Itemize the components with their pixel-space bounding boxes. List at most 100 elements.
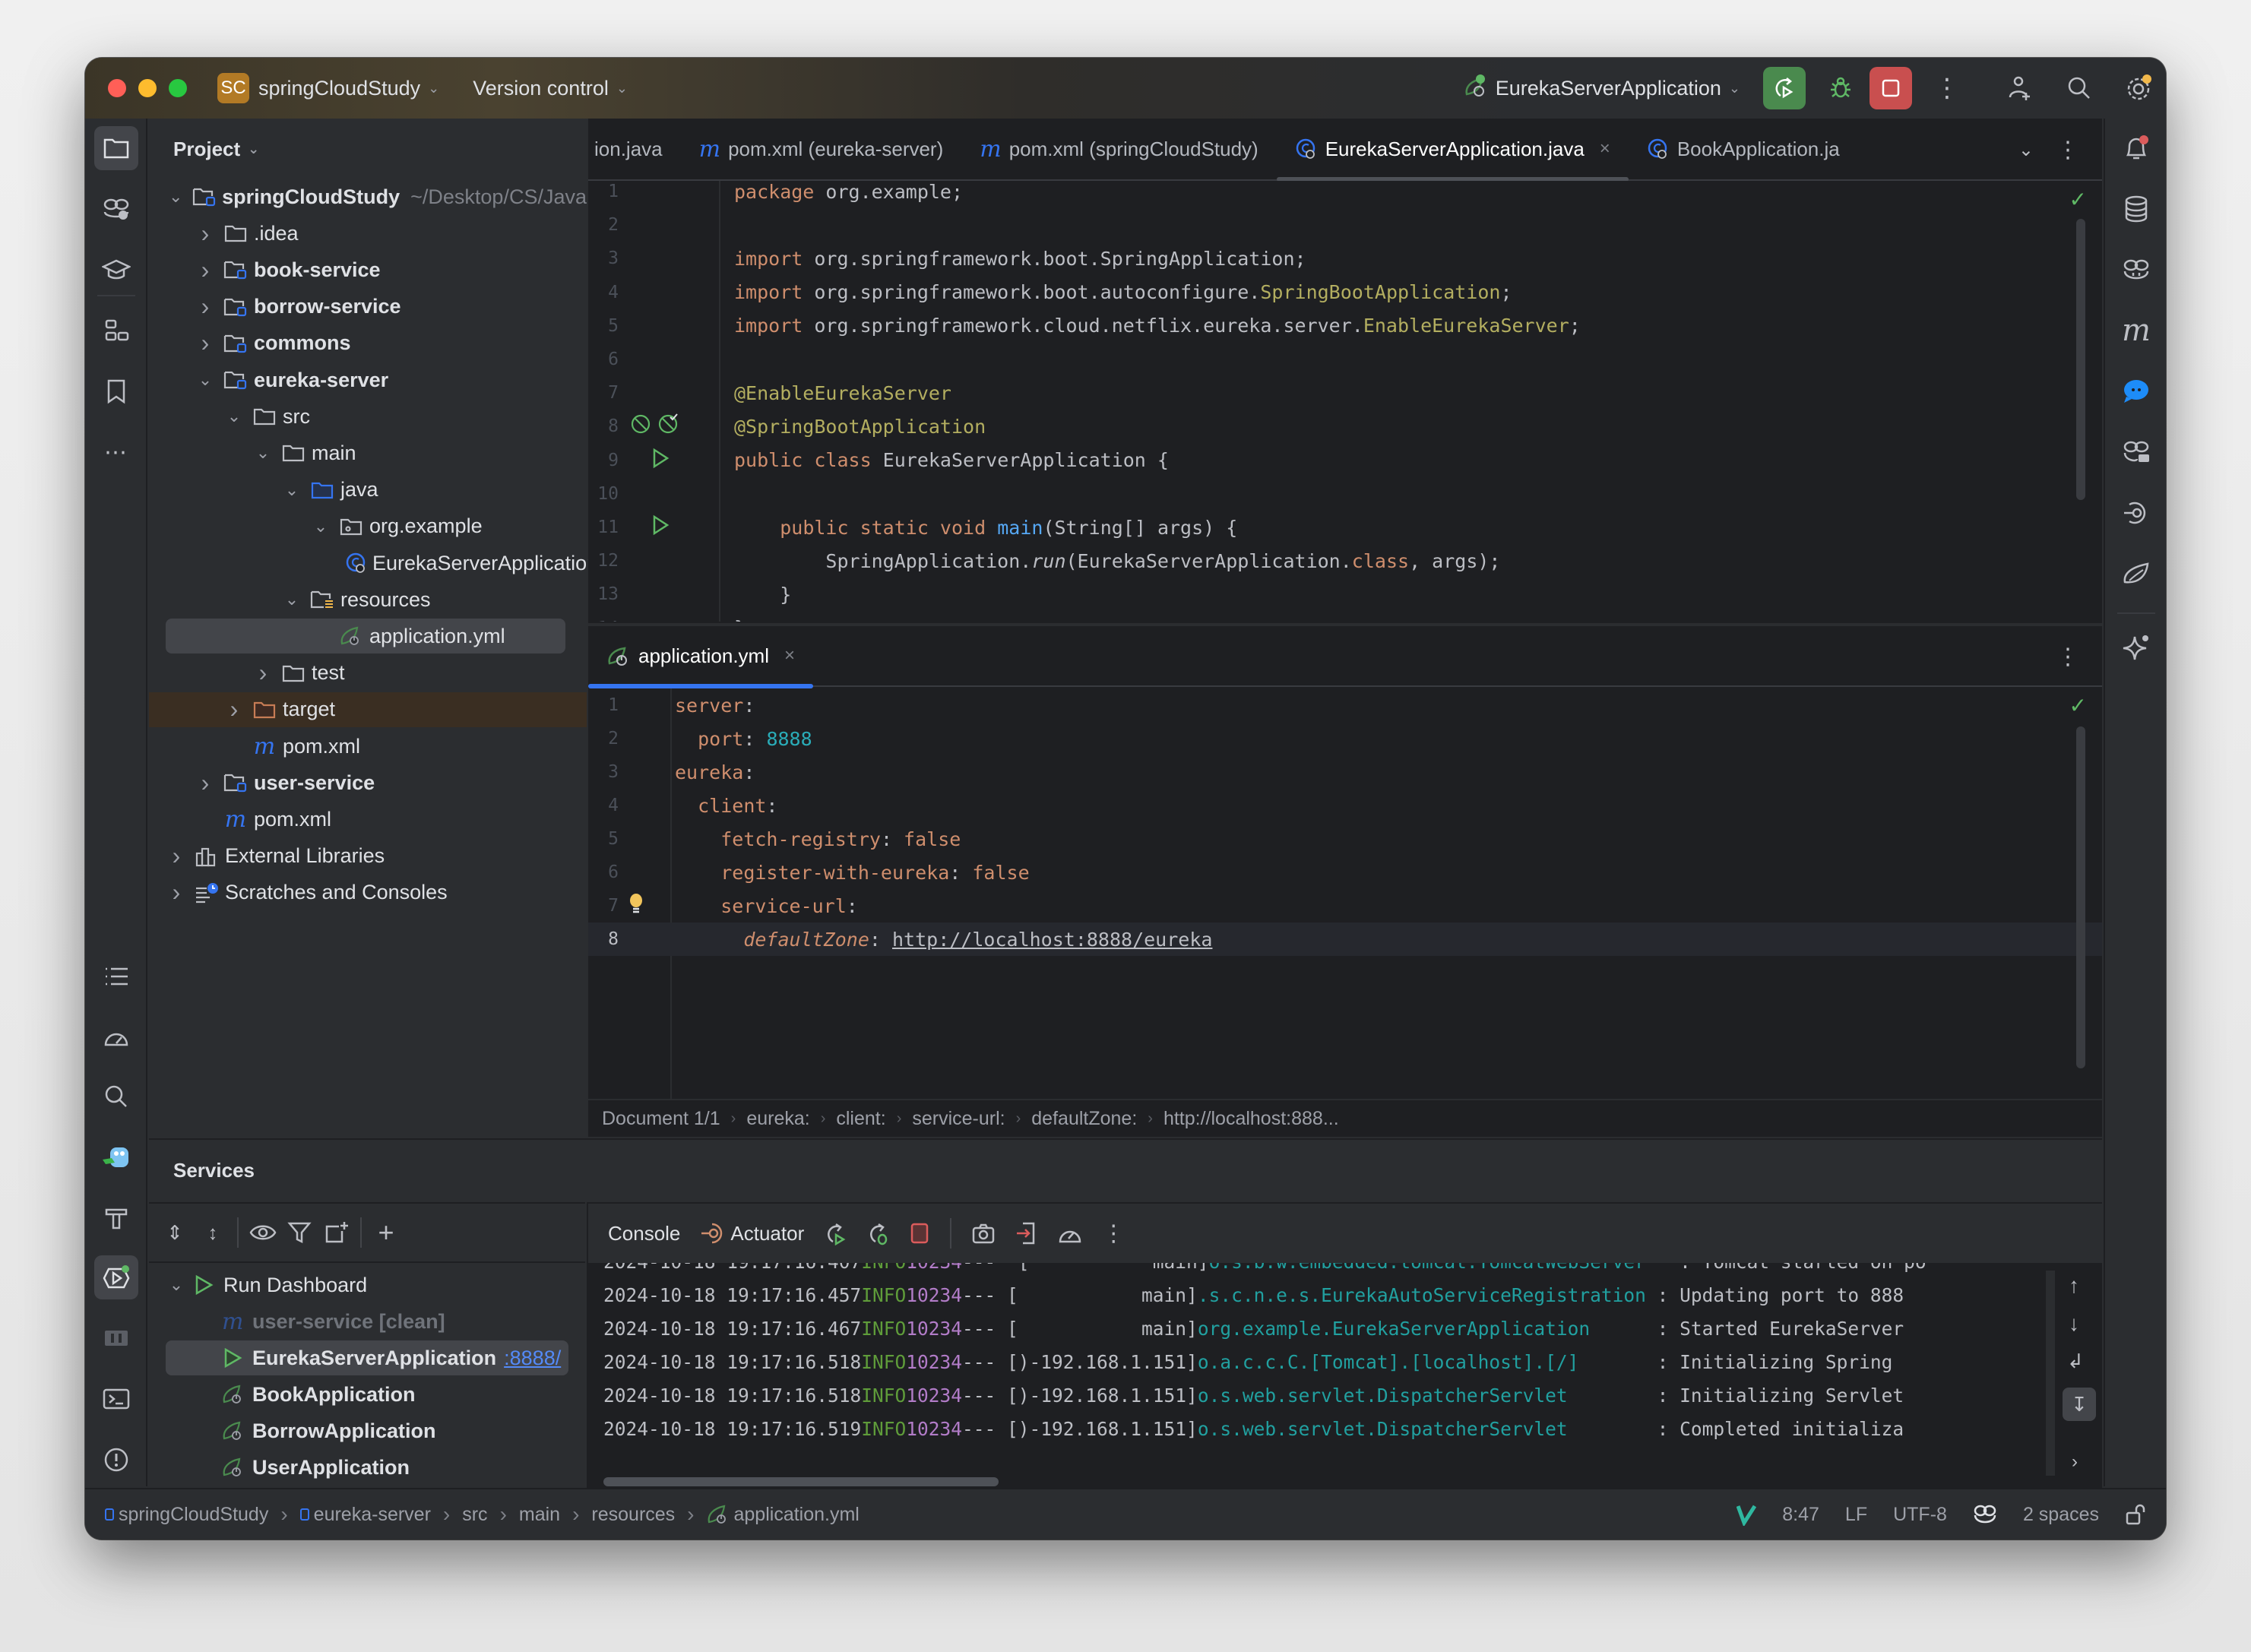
status-path-item[interactable]: springCloudStudy	[105, 1504, 268, 1526]
close-window-button[interactable]	[108, 79, 126, 97]
code-line[interactable]: 8 defaultZone: http://localhost:8888/eur…	[588, 923, 2102, 956]
code-line[interactable]: 8 @SpringBootApplication	[588, 410, 2102, 443]
service-item[interactable]: EurekaServerApplication:8888/	[166, 1340, 568, 1375]
chevron-right-icon[interactable]: ›	[166, 842, 187, 870]
status-path-item[interactable]: src	[462, 1504, 487, 1526]
more-vertical-icon[interactable]: ⋮	[1102, 1220, 1125, 1247]
project-panel-header[interactable]: Project ⌄	[149, 119, 587, 179]
rerun-debug-icon[interactable]	[866, 1221, 889, 1245]
terminal-tool-button[interactable]	[94, 1377, 138, 1421]
chevron-right-icon[interactable]: ›	[2072, 1451, 2078, 1473]
code-line[interactable]: 5 fetch-registry: false	[588, 822, 2102, 856]
todo-tool-button[interactable]	[94, 954, 138, 998]
code-line[interactable]: 1 server:	[588, 688, 2102, 722]
editor-tab[interactable]: BookApplication.ja	[1629, 118, 1858, 180]
project-tree-item[interactable]: › External Libraries	[149, 839, 587, 874]
file-encoding[interactable]: UTF-8	[1893, 1504, 1947, 1526]
code-line[interactable]: 4 import org.springframework.boot.autocon…	[588, 276, 2102, 309]
minimize-window-button[interactable]	[138, 79, 157, 97]
project-tree-item[interactable]: › Scratches and Consoles	[149, 875, 587, 910]
chevron-down-icon[interactable]: ⌄	[166, 187, 185, 207]
project-tree-item[interactable]: ⌄ org.example	[149, 509, 587, 544]
breadcrumb-item[interactable]: eureka:	[746, 1108, 809, 1130]
code-line[interactable]: 3 import org.springframework.boot.SpringA…	[588, 242, 2102, 275]
project-tree-item[interactable]: ⌄ java	[149, 473, 587, 508]
chevron-right-icon[interactable]: ›	[195, 220, 216, 248]
copilot-tool-button[interactable]	[2114, 248, 2158, 292]
chevron-down-icon[interactable]: ⌄	[310, 517, 331, 536]
service-item[interactable]: UserApplication	[149, 1450, 585, 1485]
console-tab[interactable]: Console	[608, 1222, 680, 1245]
breadcrumb-item[interactable]: http://localhost:888...	[1163, 1108, 1339, 1130]
java-vertical-scrollbar[interactable]	[2076, 219, 2085, 500]
chevron-right-icon[interactable]: ›	[252, 659, 274, 687]
tab-list-button[interactable]: ⌄	[2018, 119, 2034, 181]
code-line[interactable]: 2	[588, 208, 2102, 242]
gopher-plugin-button[interactable]	[94, 1135, 138, 1179]
code-line[interactable]: 2 port: 8888	[588, 722, 2102, 755]
collapse-all-icon[interactable]: ↕	[199, 1221, 226, 1245]
stop-icon[interactable]	[909, 1222, 930, 1245]
lightbulb-icon[interactable]	[628, 892, 644, 919]
more-actions-button[interactable]: ⋮	[1926, 67, 1968, 109]
project-tree-item[interactable]: ⌄ src	[149, 399, 587, 434]
project-tree-item[interactable]: › borrow-service	[149, 290, 587, 324]
project-tree-item[interactable]: ⌄ eureka-server	[149, 362, 587, 397]
gauge-icon[interactable]	[1058, 1222, 1082, 1245]
chevron-down-icon[interactable]: ⌄	[252, 443, 274, 463]
code-line[interactable]: 5 import org.springframework.cloud.netfli…	[588, 309, 2102, 343]
service-item[interactable]: BorrowApplication	[149, 1413, 585, 1448]
project-tree-item[interactable]: m pom.xml	[149, 802, 587, 837]
actuator-tab[interactable]: Actuator	[700, 1222, 804, 1245]
filter-icon[interactable]	[287, 1220, 313, 1245]
vcs-selector[interactable]: Version control ⌄	[473, 77, 628, 100]
profiler-tool-button[interactable]	[94, 1015, 138, 1059]
breadcrumb-item[interactable]: defaultZone:	[1031, 1108, 1137, 1130]
project-tree-item[interactable]: › commons	[149, 326, 587, 361]
close-tab-icon[interactable]: ×	[784, 645, 795, 666]
spring-tool-button[interactable]	[2114, 552, 2158, 596]
editor-more-button[interactable]: ⋮	[2056, 119, 2079, 181]
copilot-chat-button[interactable]	[2114, 430, 2158, 474]
run-config-selector[interactable]: EurekaServerApplication ⌄	[1462, 73, 1740, 104]
yaml-vertical-scrollbar[interactable]	[2076, 726, 2085, 1068]
services-tool-button[interactable]	[94, 1255, 138, 1299]
cursor-position[interactable]: 8:47	[1782, 1504, 1819, 1526]
chevron-right-icon[interactable]: ›	[195, 329, 216, 357]
chevron-down-icon[interactable]: ⌄	[223, 407, 245, 426]
more-tools-button[interactable]: ⋯	[94, 430, 138, 474]
search-everywhere-button[interactable]	[2058, 67, 2101, 109]
yaml-more-button[interactable]: ⋮	[2056, 626, 2079, 687]
chevron-right-icon[interactable]: ›	[195, 293, 216, 321]
code-line[interactable]: 12 SpringApplication.run(EurekaServerApp…	[588, 544, 2102, 578]
close-tab-icon[interactable]: ×	[1600, 138, 1610, 160]
editor-tab[interactable]: ion.java	[588, 118, 681, 180]
code-line[interactable]: 9 public class EurekaServerApplication {	[588, 444, 2102, 477]
code-line[interactable]: 13 }	[588, 578, 2102, 611]
debug-button[interactable]	[1819, 67, 1862, 109]
code-line[interactable]: 3 eureka:	[588, 755, 2102, 789]
project-tree-item[interactable]: › .idea	[149, 216, 587, 251]
project-selector[interactable]: springCloudStudy ⌄	[258, 77, 439, 100]
arrow-up-icon[interactable]: ↑	[2069, 1274, 2079, 1298]
ai-assistant-button[interactable]	[2114, 626, 2158, 670]
vim-plugin-icon[interactable]	[1737, 1503, 1757, 1526]
arrow-down-icon[interactable]: ↓	[2069, 1312, 2079, 1336]
bookmarks-tool-button[interactable]	[94, 369, 138, 413]
project-tree-item[interactable]: › target	[149, 691, 587, 727]
dependencies-tool-button[interactable]	[94, 1316, 138, 1360]
chevron-down-icon[interactable]: ⌄	[166, 1275, 187, 1295]
project-tree-item[interactable]: › book-service	[149, 252, 587, 287]
code-line[interactable]: 4 client:	[588, 789, 2102, 822]
stop-button[interactable]	[1870, 67, 1912, 109]
chevron-right-icon[interactable]: ›	[195, 256, 216, 284]
console-output[interactable]: 2024-10-18 19:17:16.407 INFO 10234 --- […	[588, 1263, 2058, 1489]
run-gutter-icon[interactable]	[651, 448, 670, 473]
spring-bean-icon[interactable]	[629, 413, 652, 440]
project-badge[interactable]: SC	[217, 73, 249, 103]
expand-all-icon[interactable]: ⇕	[161, 1221, 188, 1245]
chevron-down-icon[interactable]: ⌄	[281, 480, 302, 500]
add-service-icon[interactable]: +	[372, 1217, 400, 1248]
chevron-right-icon[interactable]: ›	[195, 769, 216, 797]
editor-tab[interactable]: EurekaServerApplication.java ×	[1276, 118, 1629, 182]
